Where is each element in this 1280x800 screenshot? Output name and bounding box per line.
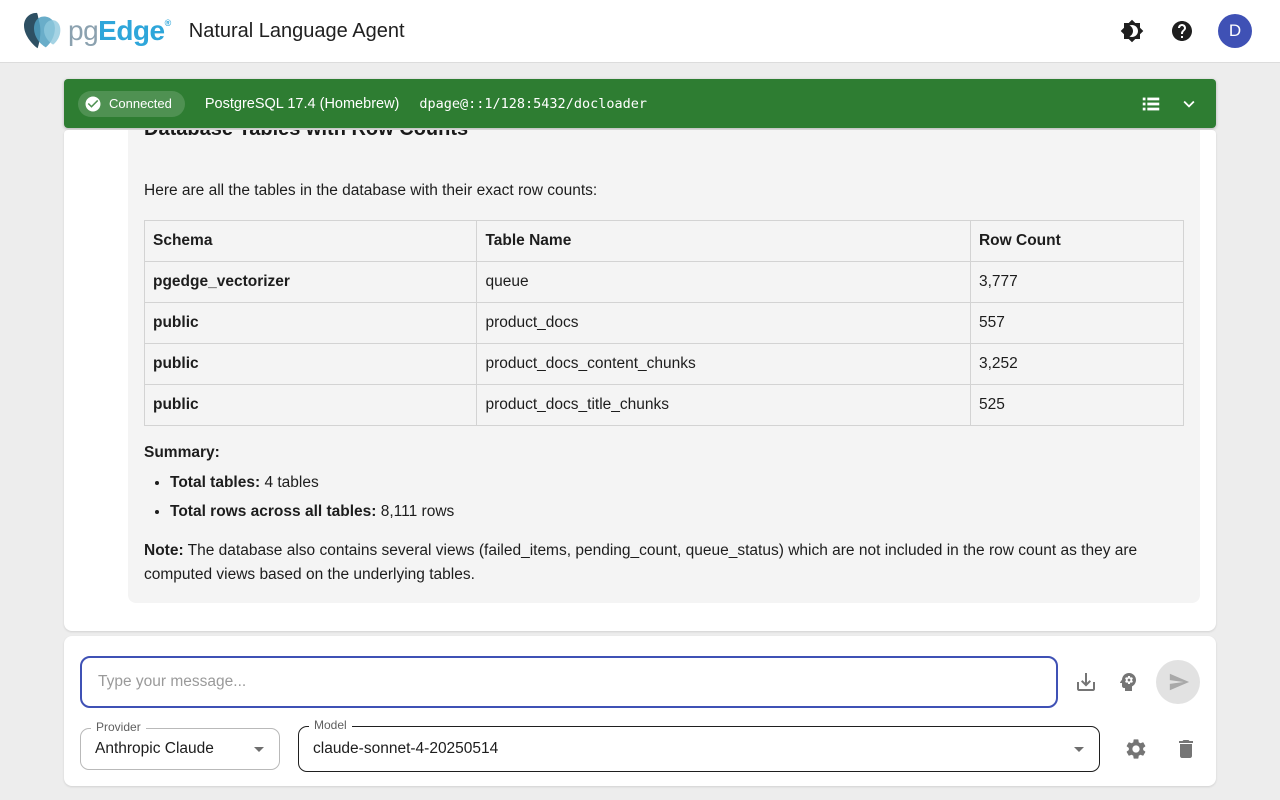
trash-icon (1174, 737, 1198, 761)
summary-label: Summary: (144, 444, 1184, 462)
clear-chat-button[interactable] (1172, 735, 1200, 763)
list-item: Total tables: 4 tables (170, 472, 1184, 494)
table-row: pgedge_vectorizer queue 3,777 (145, 262, 1184, 303)
provider-select-label: Provider (91, 720, 146, 734)
composer-input-row (80, 656, 1200, 708)
assistant-message: Database Tables with Row Counts Here are… (128, 130, 1200, 603)
main-content: Connected PostgreSQL 17.4 (Homebrew) dpa… (64, 79, 1216, 786)
chat-panel: Database Tables with Row Counts Here are… (64, 130, 1216, 631)
schema-cell: public (145, 303, 477, 344)
avatar[interactable]: D (1218, 14, 1252, 48)
help-button[interactable] (1168, 17, 1196, 45)
pgedge-logo-mark (22, 11, 66, 51)
row-count-cell: 3,252 (970, 344, 1183, 385)
psychology-icon (1116, 670, 1140, 694)
composer-settings-row: Provider Anthropic Claude Model claude-s… (80, 726, 1200, 772)
pgedge-logo: pgEdge® (22, 11, 171, 51)
table-header-row: Schema Table Name Row Count (145, 221, 1184, 262)
schema-cell: pgedge_vectorizer (145, 262, 477, 303)
app-title: Natural Language Agent (189, 20, 405, 43)
dropdown-arrow-icon (247, 737, 271, 761)
message-input[interactable] (80, 656, 1058, 708)
chevron-down-icon (1178, 93, 1200, 115)
table-name-cell: product_docs_content_chunks (477, 344, 971, 385)
gear-icon (1124, 737, 1148, 761)
table-name-cell: queue (477, 262, 971, 303)
table-name-cell: product_docs_title_chunks (477, 385, 971, 426)
message-heading: Database Tables with Row Counts (144, 130, 1184, 142)
connection-status-bar: Connected PostgreSQL 17.4 (Homebrew) dpa… (64, 79, 1216, 128)
column-header-schema: Schema (145, 221, 477, 262)
theme-toggle-button[interactable] (1118, 17, 1146, 45)
message-intro: Here are all the tables in the database … (144, 180, 1184, 202)
server-version: PostgreSQL 17.4 (Homebrew) (205, 96, 400, 112)
table-row: public product_docs_title_chunks 525 (145, 385, 1184, 426)
brightness-icon (1120, 19, 1144, 43)
settings-button[interactable] (1122, 735, 1150, 763)
status-bar-actions (1138, 91, 1202, 117)
table-row: public product_docs 557 (145, 303, 1184, 344)
app-header: pgEdge® Natural Language Agent D (0, 0, 1280, 63)
check-circle-icon (84, 95, 102, 113)
schema-cell: public (145, 344, 477, 385)
connected-badge: Connected (78, 91, 185, 117)
model-select-label: Model (309, 718, 352, 732)
row-counts-table: Schema Table Name Row Count pgedge_vecto… (144, 220, 1184, 426)
list-item: Total rows across all tables: 8,111 rows (170, 501, 1184, 523)
help-icon (1170, 19, 1194, 43)
connected-badge-label: Connected (109, 96, 172, 111)
list-icon (1140, 93, 1162, 115)
send-button[interactable] (1156, 660, 1200, 704)
model-select[interactable]: Model claude-sonnet-4-20250514 (298, 726, 1100, 772)
row-count-cell: 525 (970, 385, 1183, 426)
header-actions: D (1118, 14, 1252, 48)
collapse-status-button[interactable] (1176, 91, 1202, 117)
row-count-cell: 557 (970, 303, 1183, 344)
note-paragraph: Note: The database also contains several… (144, 539, 1184, 587)
logo-text-pg: pg (68, 15, 98, 46)
thinking-mode-button[interactable] (1114, 668, 1142, 696)
registered-mark: ® (165, 18, 171, 28)
download-button[interactable] (1072, 668, 1100, 696)
download-icon (1074, 670, 1098, 694)
summary-list: Total tables: 4 tables Total rows across… (144, 472, 1184, 523)
logo-text-edge: Edge (98, 15, 164, 46)
send-icon (1168, 671, 1190, 693)
connection-list-button[interactable] (1138, 91, 1164, 117)
provider-select[interactable]: Provider Anthropic Claude (80, 728, 280, 770)
composer-panel: Provider Anthropic Claude Model claude-s… (64, 636, 1216, 786)
model-select-value: claude-sonnet-4-20250514 (313, 740, 1067, 758)
table-row: public product_docs_content_chunks 3,252 (145, 344, 1184, 385)
provider-select-value: Anthropic Claude (95, 740, 247, 758)
dropdown-arrow-icon (1067, 737, 1091, 761)
table-name-cell: product_docs (477, 303, 971, 344)
column-header-row-count: Row Count (970, 221, 1183, 262)
row-count-cell: 3,777 (970, 262, 1183, 303)
schema-cell: public (145, 385, 477, 426)
connection-string: dpage@::1/128:5432/docloader (419, 96, 647, 112)
column-header-table-name: Table Name (477, 221, 971, 262)
